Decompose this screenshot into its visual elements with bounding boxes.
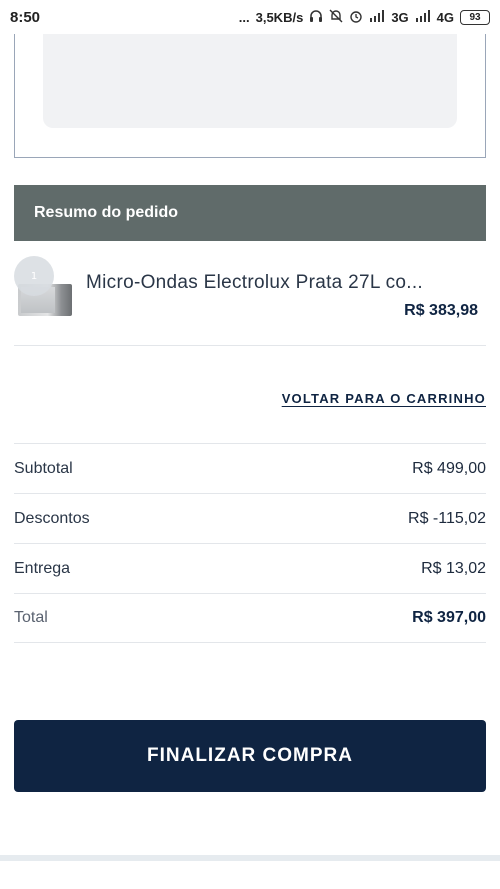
- cart-product-row: 1 Micro-Ondas Electrolux Prata 27L co...…: [14, 250, 486, 346]
- finalize-purchase-button[interactable]: FINALIZAR COMPRA: [14, 720, 486, 792]
- subtotal-value: R$ 499,00: [412, 459, 486, 477]
- shipping-row: Entrega R$ 13,02: [14, 543, 486, 593]
- quantity-badge: 1: [14, 256, 54, 296]
- discount-label: Descontos: [14, 509, 90, 527]
- network-4g: 4G: [436, 9, 454, 25]
- subtotal-label: Subtotal: [14, 459, 73, 477]
- order-summary-title: Resumo do pedido: [34, 204, 178, 221]
- total-label: Total: [14, 609, 48, 626]
- network-speed: 3,5KB/s: [255, 9, 304, 25]
- shipping-value: R$ 13,02: [421, 559, 486, 577]
- signal-icon-2: [415, 9, 431, 25]
- signal-icon: [369, 9, 385, 25]
- total-row: Total R$ 397,00: [14, 593, 486, 643]
- battery-icon: 93: [460, 9, 490, 25]
- status-right: ... 3,5KB/s 3G 4G 93: [239, 9, 490, 26]
- payment-card: [14, 34, 486, 158]
- card-placeholder: [43, 34, 457, 128]
- headphones-icon: [309, 9, 323, 26]
- alarm-icon: [349, 9, 363, 26]
- totals-table: Subtotal R$ 499,00 Descontos R$ -115,02 …: [14, 443, 486, 643]
- discount-row: Descontos R$ -115,02: [14, 493, 486, 543]
- product-price: R$ 383,98: [404, 302, 478, 319]
- subtotal-row: Subtotal R$ 499,00: [14, 443, 486, 493]
- back-to-cart-link[interactable]: VOLTAR PARA O CARRINHO: [282, 391, 486, 406]
- network-3g: 3G: [391, 9, 409, 25]
- bottom-divider: [0, 855, 500, 889]
- product-name: Micro-Ondas Electrolux Prata 27L co...: [86, 272, 423, 293]
- discount-value: R$ -115,02: [408, 509, 486, 527]
- order-summary-header: Resumo do pedido: [14, 185, 486, 241]
- status-time: 8:50: [10, 8, 41, 26]
- total-value: R$ 397,00: [412, 609, 486, 626]
- shipping-label: Entrega: [14, 559, 71, 577]
- more-dots: ...: [238, 9, 250, 25]
- mute-bell-icon: [329, 9, 343, 26]
- status-bar: 8:50 ... 3,5KB/s 3G 4G 93: [0, 0, 500, 34]
